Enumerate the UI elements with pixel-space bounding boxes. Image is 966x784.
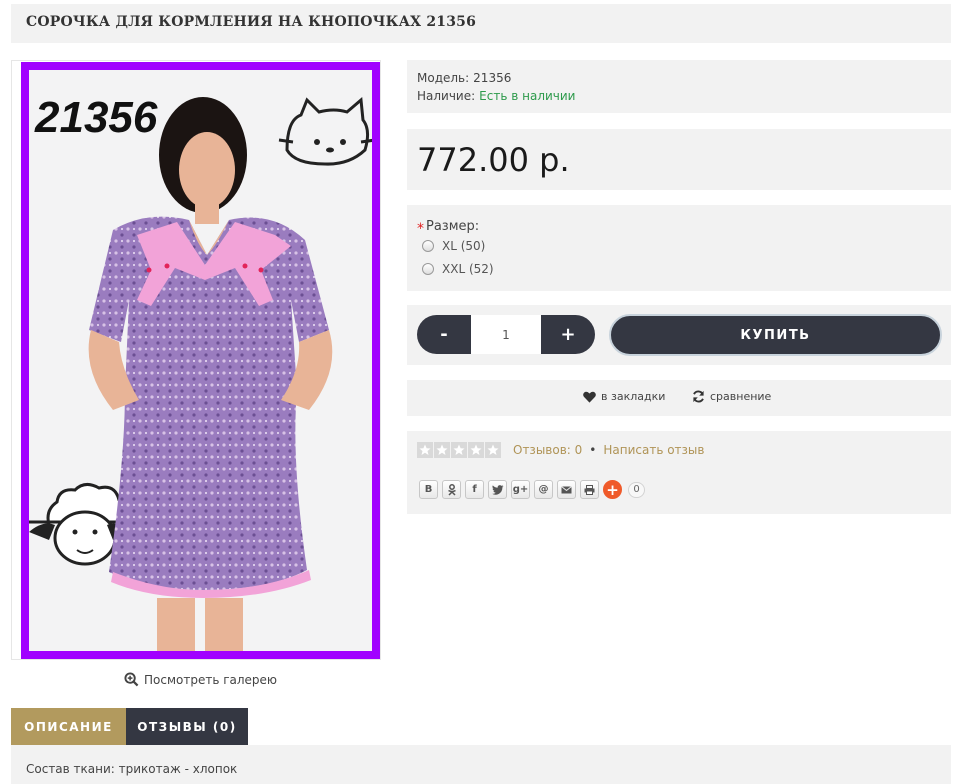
twitter-icon [491, 484, 503, 495]
envelope-icon [561, 485, 572, 493]
heart-icon [583, 391, 596, 403]
reviews-share-panel: Отзывов: 0 • Написать отзыв В f g+ @ + 0 [407, 431, 951, 514]
model-value: 21356 [473, 71, 512, 85]
quantity-stepper: - + [417, 315, 595, 354]
share-buttons: В f g+ @ + 0 [419, 480, 645, 499]
size-option-label: XXL (52) [442, 262, 494, 276]
product-info-panel: Модель: 21356 Наличие: Есть в наличии [407, 60, 951, 113]
star-icon [468, 442, 484, 458]
cat-doodle-icon [278, 96, 372, 166]
printer-icon [584, 484, 595, 495]
compare-link[interactable]: сравнение [692, 390, 771, 403]
star-icon [485, 442, 501, 458]
size-radio-xxl[interactable] [422, 263, 434, 275]
image-badge-text: 21356 [34, 93, 158, 142]
share-count: 0 [628, 481, 645, 498]
quantity-plus-button[interactable]: + [541, 315, 595, 354]
view-gallery-link[interactable]: Посмотреть галерею [124, 672, 277, 687]
twitter-share-button[interactable] [488, 480, 507, 499]
quantity-input[interactable] [471, 315, 541, 354]
review-summary: Отзывов: 0 • Написать отзыв [513, 443, 704, 457]
description-text: Состав ткани: трикотаж - хлопок [26, 762, 238, 776]
star-icon [417, 442, 433, 458]
description-panel: Состав ткани: трикотаж - хлопок [11, 745, 951, 784]
product-photo-art: 21356 [29, 93, 372, 651]
size-radio-xl[interactable] [422, 240, 434, 252]
product-actions-panel: в закладки сравнение [407, 380, 951, 416]
product-image[interactable]: 21356 [11, 60, 381, 660]
size-label: * Размер: [417, 218, 480, 237]
product-photo[interactable]: 21356 [21, 62, 380, 659]
write-review-link[interactable]: Написать отзыв [603, 443, 704, 457]
size-options-panel: * Размер: XL (50) XXL (52) [407, 205, 951, 291]
star-icon [434, 442, 450, 458]
size-label-text: Размер: [426, 219, 480, 234]
reviews-count-link[interactable]: Отзывов: 0 [513, 443, 582, 457]
star-icon [451, 442, 467, 458]
more-share-button[interactable]: + [603, 480, 622, 499]
required-mark: * [417, 221, 424, 237]
model-label: Модель: [417, 71, 470, 85]
refresh-icon [693, 390, 704, 403]
buy-panel: - + КУПИТЬ [407, 305, 951, 365]
tab-reviews[interactable]: ОТЗЫВЫ (0) [126, 708, 248, 745]
email-share-button[interactable] [557, 480, 576, 499]
price-panel: 772.00 р. [407, 129, 951, 190]
separator-dot: • [589, 443, 597, 457]
bookmark-label: в закладки [601, 390, 666, 403]
availability-label: Наличие: [417, 89, 476, 103]
availability-value: Есть в наличии [479, 89, 576, 103]
tab-description[interactable]: ОПИСАНИЕ [11, 708, 126, 745]
buy-button[interactable]: КУПИТЬ [609, 314, 942, 356]
size-option-xl[interactable]: XL (50) [422, 239, 485, 253]
mailru-share-button[interactable]: @ [534, 480, 553, 499]
odnoklassniki-share-button[interactable] [442, 480, 461, 499]
facebook-share-button[interactable]: f [465, 480, 484, 499]
rating-stars [417, 442, 501, 458]
compare-label: сравнение [710, 390, 772, 403]
print-button[interactable] [580, 480, 599, 499]
availability-row: Наличие: Есть в наличии [417, 89, 575, 103]
vk-share-button[interactable]: В [419, 480, 438, 499]
model-figure [88, 97, 333, 651]
google-plus-share-button[interactable]: g+ [511, 480, 530, 499]
page-title: СОРОЧКА ДЛЯ КОРМЛЕНИЯ НА КНОПОЧКАХ 21356 [26, 14, 477, 30]
quantity-minus-button[interactable]: - [417, 315, 471, 354]
product-price: 772.00 р. [417, 141, 570, 179]
zoom-in-icon [124, 672, 139, 687]
view-gallery-label: Посмотреть галерею [144, 672, 278, 687]
product-title-bar: СОРОЧКА ДЛЯ КОРМЛЕНИЯ НА КНОПОЧКАХ 21356 [11, 4, 951, 43]
bookmark-link[interactable]: в закладки [583, 390, 665, 403]
size-option-label: XL (50) [442, 239, 486, 253]
odnoklassniki-icon [447, 483, 456, 496]
model-row: Модель: 21356 [417, 71, 511, 85]
size-option-xxl[interactable]: XXL (52) [422, 262, 494, 276]
